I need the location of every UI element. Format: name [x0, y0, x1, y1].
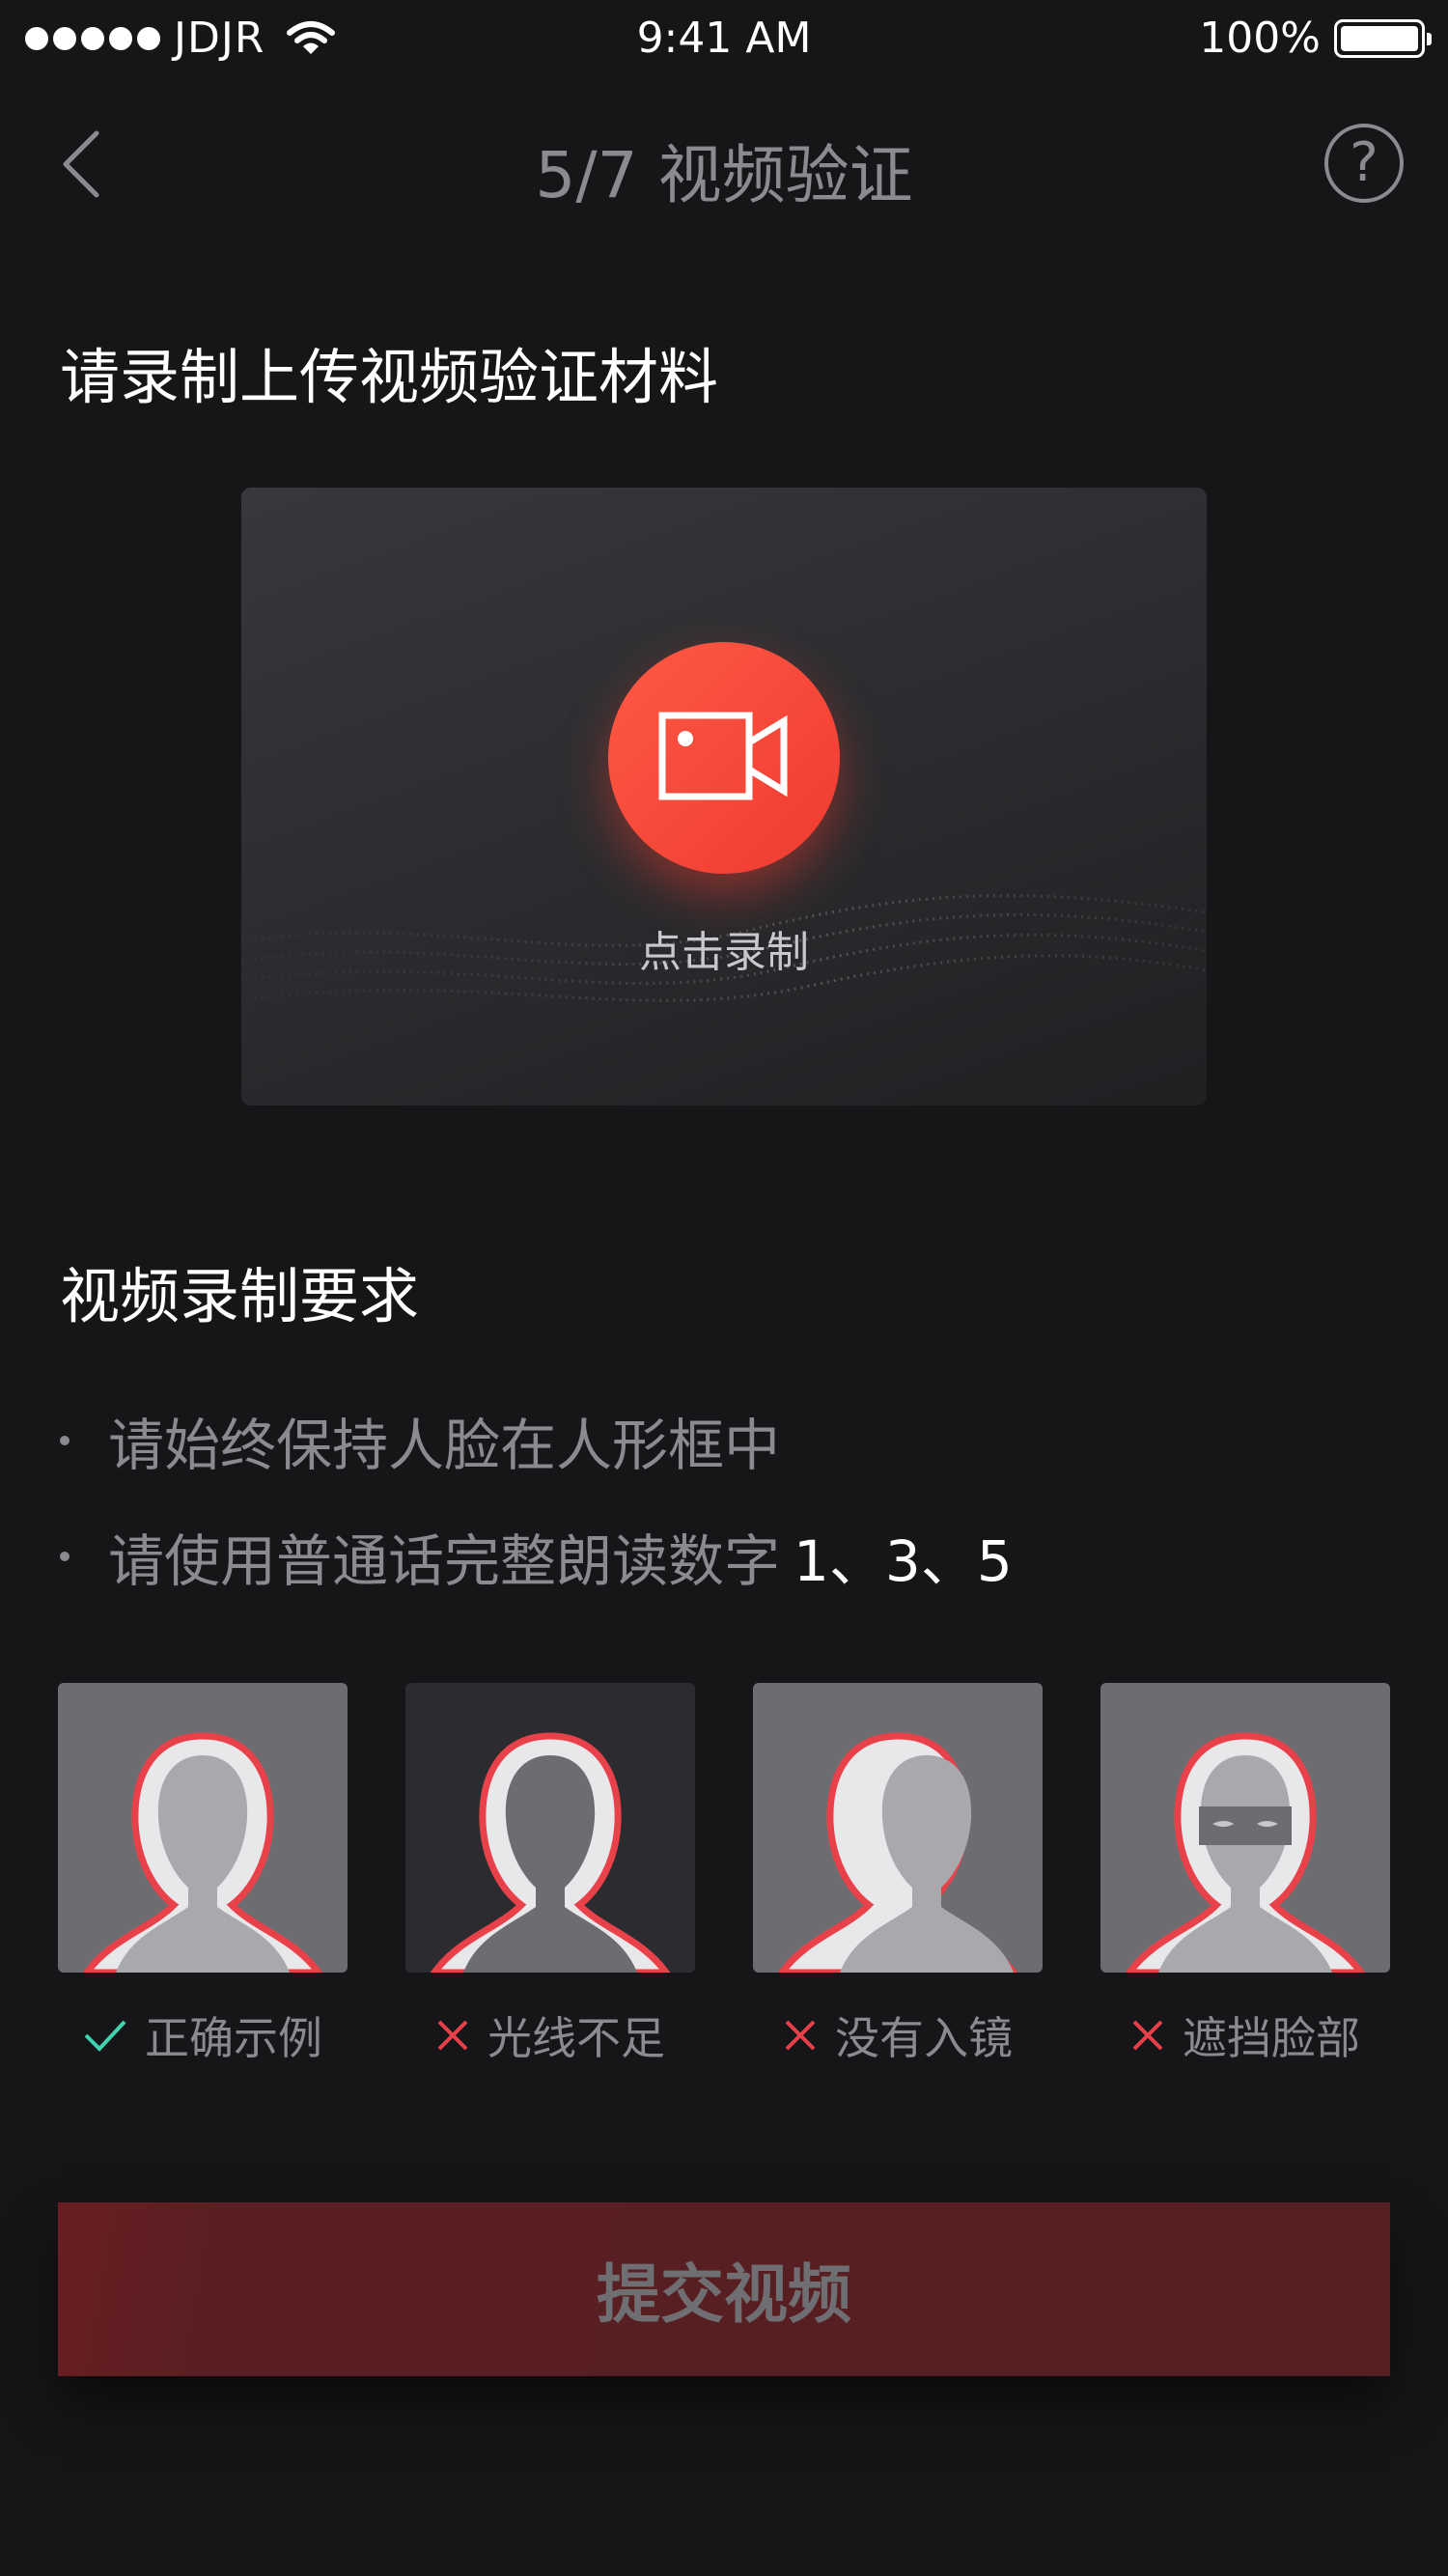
requirement-item: 请使用普通话完整朗读数字 1、3、5 — [60, 1516, 1013, 1597]
person-silhouette-icon — [405, 1683, 695, 1973]
example-face-covered: 遮挡脸部 — [1100, 1683, 1390, 2067]
cross-icon — [785, 2020, 816, 2051]
example-label: 光线不足 — [487, 2012, 665, 2064]
example-photo — [753, 1683, 1043, 1973]
video-recorder-panel[interactable]: 点击录制 — [241, 488, 1207, 1106]
check-icon — [84, 2020, 126, 2052]
status-right: 100% — [1199, 14, 1432, 63]
requirement-text: 请始终保持人脸在人形框中 — [108, 1413, 781, 1478]
example-caption: 正确示例 — [58, 2003, 348, 2067]
help-button[interactable]: ? — [1324, 124, 1404, 203]
upload-section-title: 请录制上传视频验证材料 — [60, 342, 719, 412]
record-button[interactable] — [608, 642, 840, 874]
requirement-item: 请始终保持人脸在人形框中 — [60, 1400, 780, 1481]
example-caption: 光线不足 — [405, 2003, 695, 2067]
person-silhouette-icon — [753, 1683, 1043, 1973]
example-photo — [58, 1683, 348, 1973]
cross-icon — [437, 2020, 468, 2051]
bullet-icon — [60, 1552, 70, 1561]
example-photo — [405, 1683, 695, 1973]
cross-icon — [1132, 2020, 1163, 2051]
person-silhouette-icon — [58, 1683, 348, 1973]
example-gallery: 正确示例 光线不足 没有入镜 遮挡脸部 — [58, 1683, 1390, 2067]
example-correct: 正确示例 — [58, 1683, 348, 2067]
example-caption: 遮挡脸部 — [1100, 2003, 1390, 2067]
requirements-title: 视频录制要求 — [60, 1261, 420, 1331]
example-label: 遮挡脸部 — [1183, 2012, 1360, 2064]
person-silhouette-icon — [1100, 1683, 1390, 1973]
example-label: 没有入镜 — [835, 2012, 1013, 2064]
bullet-icon — [60, 1436, 70, 1445]
example-photo — [1100, 1683, 1390, 1973]
example-out-of-frame: 没有入镜 — [753, 1683, 1043, 2067]
battery-percent: 100% — [1199, 14, 1321, 63]
page-title: 5/7 视频验证 — [535, 138, 913, 212]
record-label: 点击录制 — [639, 928, 809, 977]
battery-icon — [1334, 18, 1432, 58]
requirement-numbers: 1、3、5 — [794, 1528, 1013, 1594]
nav-bar: 5/7 视频验证 ? — [0, 81, 1448, 245]
video-camera-icon — [658, 712, 788, 800]
help-icon: ? — [1350, 131, 1378, 194]
example-low-light: 光线不足 — [405, 1683, 695, 2067]
submit-video-button[interactable]: 提交视频 — [58, 2202, 1390, 2376]
status-bar: JDJR 9:41 AM 100% — [0, 0, 1448, 81]
example-caption: 没有入镜 — [753, 2003, 1043, 2067]
requirement-text: 请使用普通话完整朗读数字 — [108, 1528, 781, 1594]
example-label: 正确示例 — [145, 2012, 322, 2064]
